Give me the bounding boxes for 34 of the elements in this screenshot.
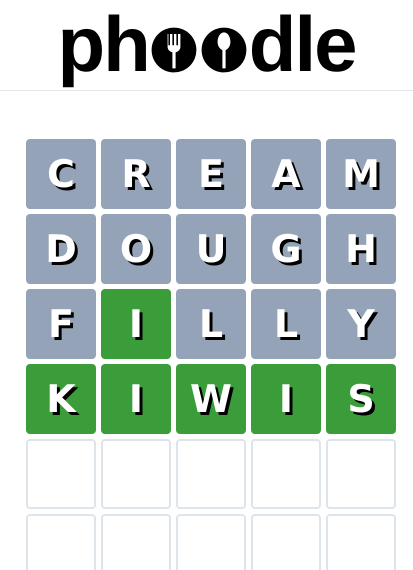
letter-tile: I (101, 364, 171, 434)
letter-tile: A (251, 139, 321, 209)
letter-tile: O (101, 214, 171, 284)
empty-tile (326, 514, 396, 570)
empty-tile (26, 439, 96, 509)
empty-tile (176, 514, 246, 570)
letter-tile: L (251, 289, 321, 359)
letter-tile: W (176, 364, 246, 434)
letter-tile: F (26, 289, 96, 359)
empty-tile (26, 514, 96, 570)
empty-tile (101, 514, 171, 570)
logo-text: ph (58, 0, 149, 89)
letter-tile: I (251, 364, 321, 434)
logo-text: dle (248, 0, 356, 89)
letter-tile: K (26, 364, 96, 434)
empty-tile (176, 439, 246, 509)
empty-tile (101, 439, 171, 509)
letter-tile: E (176, 139, 246, 209)
fork-icon (150, 26, 198, 74)
letter-tile: D (26, 214, 96, 284)
letter-tile: I (101, 289, 171, 359)
letter-tile: R (101, 139, 171, 209)
letter-tile: C (26, 139, 96, 209)
empty-tile (251, 439, 321, 509)
letter-tile: S (326, 364, 396, 434)
empty-tile (326, 439, 396, 509)
letter-tile: H (326, 214, 396, 284)
letter-tile: Y (326, 289, 396, 359)
letter-tile: M (326, 139, 396, 209)
empty-tile (251, 514, 321, 570)
letter-tile: U (176, 214, 246, 284)
spoon-icon (200, 26, 248, 74)
letter-tile: G (251, 214, 321, 284)
letter-tile: L (176, 289, 246, 359)
